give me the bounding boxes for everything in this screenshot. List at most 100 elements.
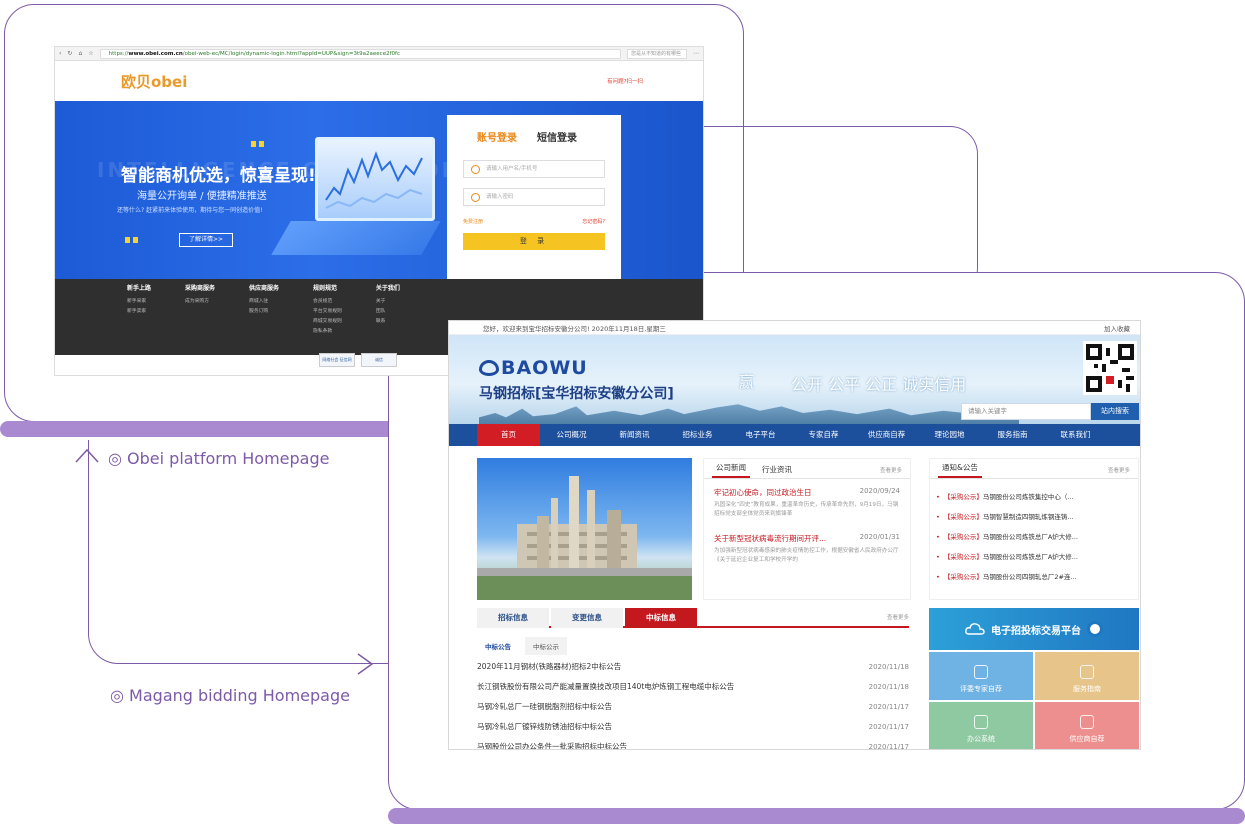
bid-date: 2020/11/17 xyxy=(868,703,909,711)
tab-change-info[interactable]: 变更信息 xyxy=(551,608,623,628)
bid-date: 2020/11/18 xyxy=(868,683,909,691)
notice-title[interactable]: 通知&公告 xyxy=(938,462,982,478)
news-title[interactable]: 关于新型冠状病毒流行期间开评... xyxy=(714,533,826,544)
tile-service-guide[interactable]: 服务指南 xyxy=(1035,652,1139,700)
tile-expert-recommend[interactable]: 评委专家自荐 xyxy=(929,652,1033,700)
learn-more-button[interactable]: 了解详情>> xyxy=(179,233,233,247)
bid-title[interactable]: 2020年11月钢材(铁路器材)招标2中标公告 xyxy=(477,657,621,677)
footer-link[interactable]: 团队 xyxy=(376,307,400,314)
tab-company-news[interactable]: 公司新闻 xyxy=(712,462,750,478)
notice-item[interactable]: • 【采购公示】马钢股份公司四钢轧总厂2#连... xyxy=(936,567,1138,587)
footer-link[interactable]: 商城入驻 xyxy=(249,297,279,304)
e-bidding-platform-banner[interactable]: 电子招投标交易平台 xyxy=(929,608,1139,650)
nav-item-experts[interactable]: 专家自荐 xyxy=(792,424,855,446)
nav-item-guide[interactable]: 服务指南 xyxy=(981,424,1044,446)
star-icon[interactable]: ☆ xyxy=(88,50,93,57)
nav-item-company[interactable]: 公司概况 xyxy=(540,424,603,446)
tile-supplier-recommend[interactable]: 供应商自荐 xyxy=(1035,702,1139,749)
forgot-password-link[interactable]: 忘记密码? xyxy=(582,218,605,225)
footer-link[interactable]: 商城交易规则 xyxy=(313,317,342,324)
notice-item[interactable]: • 【采购公示】马钢股份公司炼铁集控中心（... xyxy=(936,487,1138,507)
add-favorite-link[interactable]: 加入收藏 xyxy=(1104,323,1130,333)
city-skyline-image xyxy=(479,404,1019,424)
notice-text: 马钢股份公司炼铁总厂A炉大修... xyxy=(982,533,1078,541)
bid-more-link[interactable]: 查看更多 xyxy=(887,608,909,626)
footer-link[interactable]: 联系 xyxy=(376,317,400,324)
caption-obei: ◎ Obei platform Homepage xyxy=(108,449,330,468)
tab-award-announcement[interactable]: 中标公告 xyxy=(477,637,519,655)
login-button[interactable]: 登 录 xyxy=(463,233,605,250)
bid-title[interactable]: 马钢冷轧总厂镀锌线防锈油招标中标公告 xyxy=(477,717,612,737)
footer-link[interactable]: 关于 xyxy=(376,297,400,304)
footer-link[interactable]: 成为采购方 xyxy=(185,297,215,304)
notice-text: 马钢股份公司炼铁集控中心（... xyxy=(982,493,1074,501)
notice-more-link[interactable]: 查看更多 xyxy=(1108,466,1130,478)
nav-item-suppliers[interactable]: 供应商自荐 xyxy=(855,424,918,446)
baowu-logo[interactable]: BAOWU xyxy=(479,357,588,379)
notice-item[interactable]: • 【采购公示】马钢智慧制造四钢轧炼钢连铸... xyxy=(936,507,1138,527)
register-link[interactable]: 免费注册 xyxy=(463,218,483,225)
tab-award-info[interactable]: 中标信息 xyxy=(625,608,697,628)
top-bar: 您好，欢迎来到宝华招标安徽分公司! 2020年11月18日,星期三 加入收藏 xyxy=(449,321,1140,335)
arrow-up-icon xyxy=(75,448,99,463)
news-more-link[interactable]: 查看更多 xyxy=(880,466,902,478)
tab-industry-news[interactable]: 行业资讯 xyxy=(758,464,796,478)
nav-item-platform[interactable]: 电子平台 xyxy=(729,424,792,446)
platform-badge-icon xyxy=(1087,621,1103,637)
bid-title[interactable]: 马钢冷轧总厂一硅钢脱脂剂招标中标公告 xyxy=(477,697,612,717)
quick-links-grid: 评委专家自荐 服务指南 办公系统 供应商自荐 xyxy=(929,652,1139,749)
tab-account-login[interactable]: 账号登录 xyxy=(477,129,517,144)
news-item[interactable]: 牢记初心使命，同过政治生日 2020/09/24 巩固深化“四史”教育成果，重温革… xyxy=(704,479,910,519)
list-item[interactable]: 马钢冷轧总厂镀锌线防锈油招标中标公告 2020/11/17 xyxy=(477,717,909,737)
footer-link[interactable]: 新手卖家 xyxy=(127,307,151,314)
list-item[interactable]: 长江钢铁股份有限公司产能减量置换技改项目140t电炉炼钢工程电缆中标公告 2020… xyxy=(477,677,909,697)
site-search-button[interactable]: 站内搜索 xyxy=(1091,403,1139,420)
back-icon[interactable]: ‹ xyxy=(59,50,61,57)
slogan-symbol: 赢 xyxy=(739,373,755,391)
list-item[interactable]: 马钢股份公司办公条件一批采购招标中标公告 2020/11/17 xyxy=(477,737,909,749)
magang-screenshot: 您好，欢迎来到宝华招标安徽分公司! 2020年11月18日,星期三 加入收藏 B… xyxy=(448,320,1141,750)
baowu-logo-icon xyxy=(479,360,499,376)
scan-link[interactable]: 有问题?扫一扫 xyxy=(607,77,643,85)
cert-badge[interactable]: 诚信 xyxy=(361,353,397,367)
obei-logo[interactable]: 欧贝obei xyxy=(121,71,187,92)
footer-link[interactable]: 服务订购 xyxy=(249,307,279,314)
nav-item-news[interactable]: 新闻资讯 xyxy=(603,424,666,446)
plant-photo[interactable] xyxy=(477,458,692,600)
site-search-input[interactable]: 请输入关键字 xyxy=(961,403,1091,420)
sub-tabs: 中标公告 中标公示 xyxy=(477,637,567,655)
cert-badge[interactable]: 网络社会 征信网 xyxy=(319,353,355,367)
bid-title[interactable]: 长江钢铁股份有限公司产能减量置换技改项目140t电炉炼钢工程电缆中标公告 xyxy=(477,677,734,697)
nav-item-bidding[interactable]: 招标业务 xyxy=(666,424,729,446)
home-icon[interactable]: ⌂ xyxy=(78,50,82,57)
search-doc-icon xyxy=(1080,665,1094,679)
footer-column: 采购商服务 成为采购方 xyxy=(185,283,215,355)
notice-item[interactable]: • 【采购公示】马钢股份公司炼铁总厂A炉大修... xyxy=(936,527,1138,547)
news-item[interactable]: 关于新型冠状病毒流行期间开评... 2020/01/31 为加强新型冠状病毒感染的… xyxy=(704,519,910,565)
reload-icon[interactable]: ↻ xyxy=(67,50,72,57)
address-bar[interactable]: https://www.obei.com.cn/obei-web-ec/MC/l… xyxy=(99,48,621,59)
footer-column: 关于我们 关于 团队 联系 xyxy=(376,283,400,355)
footer-link[interactable]: 平台交易规则 xyxy=(313,307,342,314)
nav-item-home[interactable]: 首页 xyxy=(477,424,540,446)
footer-link[interactable]: 会员规范 xyxy=(313,297,342,304)
connector-line xyxy=(88,440,388,664)
footer-link[interactable]: 新手采家 xyxy=(127,297,151,304)
news-title[interactable]: 牢记初心使命，同过政治生日 xyxy=(714,487,812,498)
username-input[interactable]: 请输入用户名/手机号 xyxy=(463,160,605,178)
tab-sms-login[interactable]: 短信登录 xyxy=(537,129,577,144)
menu-icon[interactable]: ⋯ xyxy=(693,50,699,57)
tab-award-publicity[interactable]: 中标公示 xyxy=(525,637,567,655)
nav-item-contact[interactable]: 联系我们 xyxy=(1044,424,1107,446)
bid-title[interactable]: 马钢股份公司办公条件一批采购招标中标公告 xyxy=(477,737,627,749)
tile-office-system[interactable]: 办公系统 xyxy=(929,702,1033,749)
list-item[interactable]: 马钢冷轧总厂一硅钢脱脂剂招标中标公告 2020/11/17 xyxy=(477,697,909,717)
tab-bid-info[interactable]: 招标信息 xyxy=(477,608,549,628)
notice-item[interactable]: • 【采购公示】马钢股份公司炼铁总厂A炉大修... xyxy=(936,547,1138,567)
footer-link[interactable]: 隐私条款 xyxy=(313,327,342,334)
browser-search-input[interactable]: 您是从不知道的有哪些 xyxy=(627,48,687,59)
quote-icon xyxy=(125,237,139,243)
password-input[interactable]: 请输入密码 xyxy=(463,188,605,206)
list-item[interactable]: 2020年11月钢材(铁路器材)招标2中标公告 2020/11/18 xyxy=(477,657,909,677)
nav-item-theory[interactable]: 理论园地 xyxy=(918,424,981,446)
